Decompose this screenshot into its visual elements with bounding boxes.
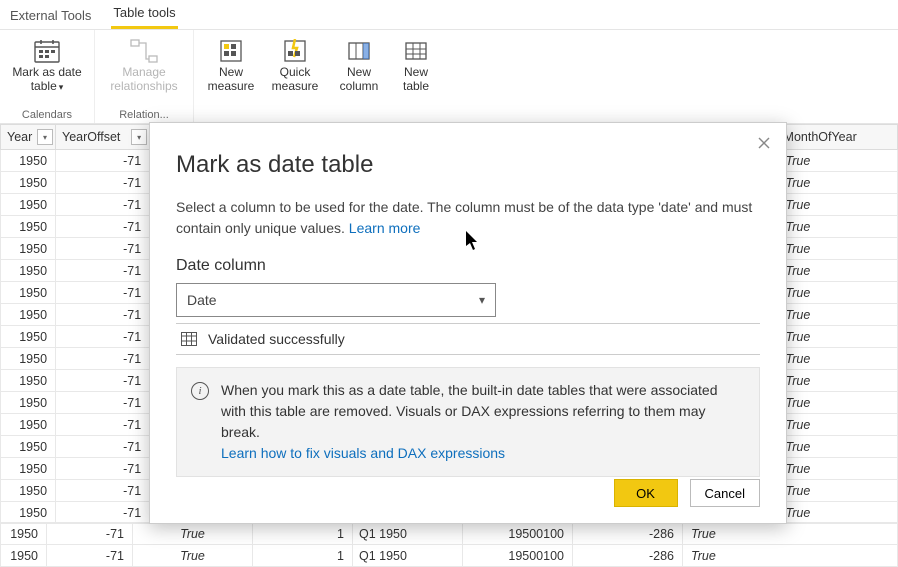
validation-text: Validated successfully [208,331,345,347]
table-row[interactable]: 1950-71True1Q1 195019500100-286True [1,545,898,567]
mark-as-date-table-button[interactable]: Mark as date table▾ [8,34,86,109]
relationships-icon [130,38,158,64]
new-column-icon [345,38,373,64]
new-table-icon [402,38,430,64]
new-measure-button[interactable]: New measure [202,34,260,109]
data-grid-lower: 1950-71True1Q1 195019500100-286True1950-… [0,522,898,567]
col-yearoffset[interactable]: YearOffset [62,130,120,144]
quick-measure-button[interactable]: Quick measure [266,34,324,109]
date-column-label: Date column [176,257,760,275]
new-table-button[interactable]: New table [394,34,438,109]
chevron-down-icon: ▾ [479,293,485,307]
date-column-select[interactable]: Date ▾ [176,283,496,317]
dialog-title: Mark as date table [176,151,760,179]
ribbon-group-relationships: Manage relationships Relation... [95,30,194,123]
calendar-icon [33,38,61,64]
measure-icon [217,38,245,64]
quick-measure-icon [281,38,309,64]
ok-button[interactable]: OK [614,479,678,507]
close-icon [758,137,770,149]
ribbon-group-label: Calendars [22,109,72,123]
col-monthofyear[interactable]: MonthOfYear [784,130,857,144]
ribbon-group-label: Relation... [119,109,169,123]
filter-dropdown-icon[interactable]: ▾ [37,129,53,145]
col-year[interactable]: Year [7,130,32,144]
cancel-button[interactable]: Cancel [690,479,760,507]
learn-more-link[interactable]: Learn more [349,220,421,236]
tab-table-tools[interactable]: Table tools [111,0,177,29]
ribbon-group-label [318,109,321,123]
filter-dropdown-icon[interactable]: ▾ [131,129,147,145]
ribbon: Mark as date table▾ Calendars Manage rel… [0,30,898,124]
table-icon [180,330,198,348]
ribbon-group-calendars: Mark as date table▾ Calendars [0,30,95,123]
ribbon-group-calculations: New measure Quick measure New column [194,30,446,123]
table-row[interactable]: 1950-71True1Q1 195019500100-286True [1,523,898,545]
dialog-description: Select a column to be used for the date.… [176,197,760,239]
tab-bar: External Tools Table tools [0,0,898,30]
warning-box: i When you mark this as a date table, th… [176,367,760,477]
mark-as-date-table-dialog: Mark as date table Select a column to be… [149,122,787,524]
manage-relationships-button[interactable]: Manage relationships [103,34,185,109]
close-button[interactable] [752,131,776,155]
learn-fix-link[interactable]: Learn how to fix visuals and DAX express… [221,445,505,461]
new-column-button[interactable]: New column [330,34,388,109]
validation-row: Validated successfully [176,323,760,355]
dialog-buttons: OK Cancel [176,479,760,507]
chevron-down-icon: ▾ [59,82,64,92]
info-icon: i [191,382,209,400]
tab-external-tools[interactable]: External Tools [8,3,93,29]
warning-text: When you mark this as a date table, the … [221,382,718,440]
